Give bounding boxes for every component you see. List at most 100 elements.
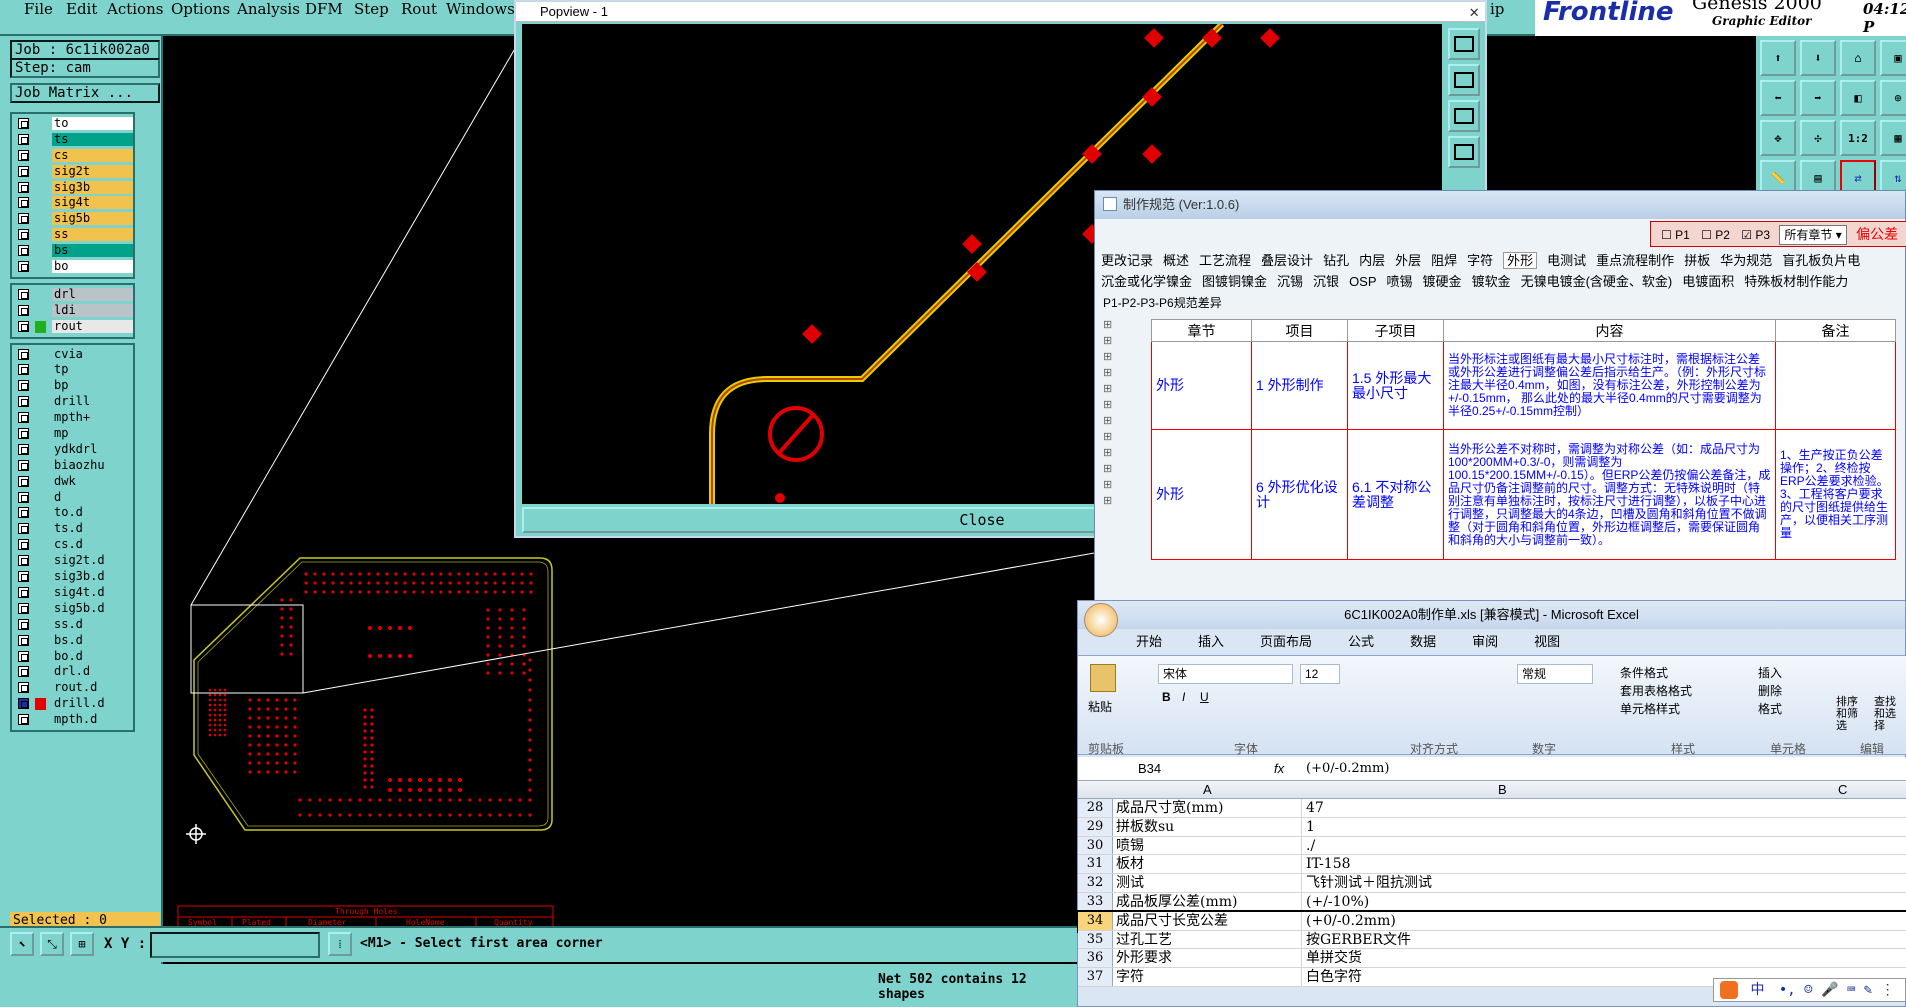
row-number[interactable]: 33	[1078, 892, 1113, 911]
layer-row[interactable]: tp	[14, 362, 133, 378]
layer-color-swatch[interactable]	[35, 213, 46, 225]
layer-checkbox[interactable]	[18, 682, 29, 694]
layer-row[interactable]: ldi	[14, 303, 133, 319]
layer-row[interactable]: bo	[14, 259, 133, 275]
layer-row[interactable]: dwk	[14, 474, 133, 490]
layer-checkbox[interactable]	[18, 571, 29, 583]
layer-color-swatch[interactable]	[35, 396, 46, 408]
name-box[interactable]: B34	[1138, 757, 1228, 781]
layer-color-swatch[interactable]	[35, 698, 46, 711]
zoom-fit-button[interactable]	[1448, 28, 1480, 60]
layer-checkbox[interactable]	[18, 412, 29, 424]
menu-windows[interactable]: Windows	[446, 0, 515, 18]
spec-tab[interactable]: 叠层设计	[1261, 253, 1313, 268]
office-button-icon[interactable]	[1084, 603, 1118, 637]
row-number[interactable]: 37	[1078, 968, 1113, 986]
layer-name[interactable]: rout.d	[52, 681, 133, 695]
layer-checkbox[interactable]	[18, 165, 29, 177]
layer-color-swatch[interactable]	[35, 603, 46, 615]
layer-row[interactable]: sig2t	[14, 164, 133, 180]
sheet-row[interactable]: 36 外形要求 单拼交货	[1078, 949, 1906, 969]
layer-color-swatch[interactable]	[35, 555, 46, 567]
layer-name[interactable]: bo	[52, 260, 133, 274]
font-name-select[interactable]: 宋体	[1158, 664, 1293, 684]
layer-color-swatch[interactable]	[35, 118, 46, 130]
sheet-row[interactable]: 28 成品尺寸宽(mm) 47	[1078, 799, 1906, 818]
layer-checkbox[interactable]	[18, 650, 29, 662]
tool-scale-button[interactable]: 1:2	[1840, 120, 1876, 156]
layer-row[interactable]: drill	[14, 394, 133, 410]
spec-tab[interactable]: 更改记录	[1101, 253, 1153, 268]
menu-step[interactable]: Step	[354, 0, 389, 18]
layer-checkbox[interactable]	[18, 714, 29, 726]
layer-row[interactable]: bs	[14, 243, 133, 259]
sheet-row[interactable]: 31 板材 IT-158	[1078, 855, 1906, 875]
layer-name[interactable]: d	[52, 490, 133, 504]
layer-checkbox[interactable]	[18, 666, 29, 678]
layer-row[interactable]: bp	[14, 378, 133, 394]
layer-checkbox[interactable]	[18, 304, 29, 316]
layer-color-swatch[interactable]	[35, 523, 46, 535]
conditional-format-button[interactable]: 条件格式	[1620, 664, 1668, 681]
row-number[interactable]: 34	[1078, 911, 1113, 930]
layer-row[interactable]: sig5b	[14, 211, 133, 227]
layer-checkbox[interactable]	[18, 261, 29, 273]
zoom-out-button[interactable]	[1448, 100, 1480, 132]
layer-name[interactable]: sig3b	[52, 180, 133, 194]
cell-b[interactable]: IT-158	[1301, 855, 1701, 874]
spec-tab[interactable]: 沉银	[1313, 274, 1339, 289]
spec-tab[interactable]: 拼板	[1684, 253, 1710, 268]
menu-rout[interactable]: Rout	[401, 0, 437, 18]
spec-tab[interactable]: 华为规范	[1720, 253, 1772, 268]
col-header-a[interactable]: A	[1203, 781, 1212, 799]
layer-checkbox[interactable]	[18, 213, 29, 225]
layer-color-swatch[interactable]	[35, 651, 46, 663]
filter-p2[interactable]: ☐ P2	[1701, 228, 1730, 242]
tool-zoom-button[interactable]: ⊕	[1880, 80, 1906, 116]
spec-tab[interactable]: 特殊板材制作能力	[1744, 274, 1848, 289]
layer-name[interactable]: bs.d	[52, 633, 133, 647]
layer-checkbox[interactable]	[18, 523, 29, 535]
spec-tab[interactable]: 沉金或化学镍金	[1101, 274, 1192, 289]
tool-home-button[interactable]: ⌂	[1840, 40, 1876, 76]
layer-color-swatch[interactable]	[35, 412, 46, 424]
tool-left-button[interactable]: ⬅	[1760, 80, 1796, 116]
layer-color-swatch[interactable]	[35, 587, 46, 599]
layer-name[interactable]: mp	[52, 427, 133, 441]
cell-b[interactable]: 飞针测试＋阻抗测试	[1301, 874, 1701, 893]
layer-row[interactable]: sig4t.d	[14, 585, 133, 601]
spec-tab[interactable]: 重点流程制作	[1596, 253, 1674, 268]
layer-color-swatch[interactable]	[35, 666, 46, 678]
filter-p3[interactable]: ☑ P3	[1741, 228, 1770, 242]
spec-tab[interactable]: OSP	[1349, 274, 1376, 289]
layer-checkbox[interactable]	[18, 181, 29, 193]
layer-name[interactable]: bp	[52, 379, 133, 393]
layer-name[interactable]: mpth.d	[52, 713, 133, 727]
menu-dfm[interactable]: DFM	[305, 0, 343, 18]
row-number[interactable]: 36	[1078, 949, 1113, 968]
tool-window-button[interactable]: ◧	[1840, 80, 1876, 116]
cell-b[interactable]: 按GERBER文件	[1301, 930, 1701, 949]
layer-row[interactable]: drl	[14, 287, 133, 303]
layer-name[interactable]: to	[52, 117, 133, 130]
ribbon-tab[interactable]: 数据	[1410, 634, 1436, 649]
layer-name[interactable]: rout	[52, 319, 133, 333]
cell-a[interactable]: 测试	[1114, 874, 1300, 892]
layer-row[interactable]: mpth+	[14, 410, 133, 426]
spec-tab[interactable]: 电测试	[1547, 253, 1586, 268]
layer-row[interactable]: sig4t	[14, 195, 133, 211]
layer-row[interactable]: mp	[14, 426, 133, 442]
layer-row[interactable]: d	[14, 490, 133, 506]
layer-checkbox[interactable]	[18, 348, 29, 360]
layer-name[interactable]: cvia	[52, 347, 133, 361]
layer-color-swatch[interactable]	[35, 229, 46, 241]
layer-checkbox[interactable]	[18, 133, 29, 145]
cell-b[interactable]: 单拼交货	[1301, 949, 1701, 968]
spec-tab[interactable]: 钻孔	[1323, 253, 1349, 268]
spec-tab[interactable]: 外层	[1395, 253, 1421, 268]
row-number[interactable]: 35	[1078, 930, 1113, 949]
zoom-in-button[interactable]	[1448, 64, 1480, 96]
fx-icon[interactable]: fx	[1274, 757, 1284, 781]
layer-color-swatch[interactable]	[35, 539, 46, 551]
sheet-row[interactable]: 33 成品板厚公差(mm) (+/-10%)	[1078, 892, 1906, 912]
